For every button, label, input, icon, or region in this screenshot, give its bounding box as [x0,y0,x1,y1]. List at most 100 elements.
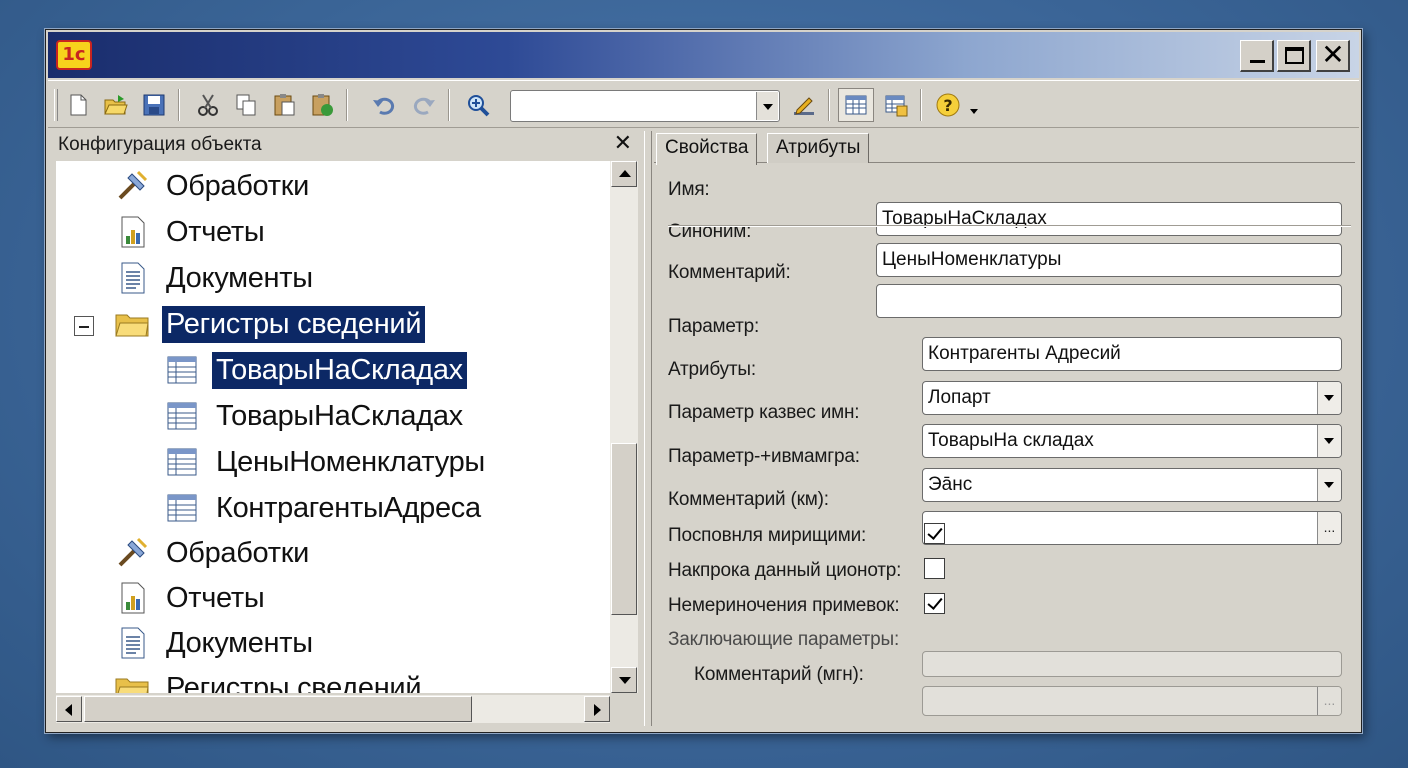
comment-label: Комментарий: [668,262,791,283]
name-field[interactable]: ТоварыНаСкладах [876,202,1342,236]
object-config-panel: Конфигурация объекта ✕ Обработки Отчеты [54,131,640,726]
toolbar-search-combo[interactable] [510,90,780,122]
new-document-icon[interactable] [64,91,92,119]
tree-item[interactable]: Документы [112,623,317,663]
table-view-icon[interactable] [838,88,874,122]
tree-item-label: Регистры сведений [166,671,422,694]
undo-icon[interactable] [370,91,398,119]
tree-item[interactable]: ТоварыНаСкладах [162,396,467,436]
tree-item-label: Регистры сведений [162,305,426,343]
table-properties-icon[interactable] [882,91,910,119]
title-bar: 1с ✕ [48,32,1359,78]
checkbox-label: Посповнля мирищими: [668,525,867,546]
folder-icon [112,304,152,344]
tree-item[interactable]: КонтрагентыАдреса [162,488,485,528]
document-icon [112,258,152,298]
checkbox[interactable] [924,558,945,579]
tree-item-label: Обработки [166,536,309,569]
help-icon[interactable]: ? [934,91,962,119]
find-icon[interactable] [464,91,492,119]
tree-item-label: Отчеты [166,215,265,248]
section-divider [668,225,1351,227]
tree-item[interactable]: Документы [112,258,317,298]
chevron-down-icon[interactable] [1317,469,1341,501]
toolbar-grip[interactable] [54,89,58,121]
scroll-right-icon[interactable] [584,696,610,722]
param-value: Контрагенты Адресий [928,343,1121,364]
tree-item[interactable]: Отчеты [112,212,268,252]
checkbox[interactable] [924,523,945,544]
tree-item[interactable]: ТоварыНаСкладах [162,350,467,390]
param-field[interactable]: Контрагенты Адресий [922,337,1342,371]
scroll-thumb[interactable] [611,443,637,615]
tree-item[interactable]: ЦеныНоменклатуры [162,442,489,482]
attributes-select[interactable]: Лопарт [922,381,1342,415]
close-window-button[interactable]: ✕ [1316,40,1350,72]
redo-icon[interactable] [410,91,438,119]
copy-icon[interactable] [232,91,260,119]
report-icon [112,212,152,252]
document-icon [112,623,152,663]
properties-panel: Свойства Атрибуты Имя: ТоварыНаСкладах С… [654,131,1355,726]
checkbox-label: Немериночения примевок: [668,595,900,616]
param-2-value: ТоварыНа складах [928,430,1094,451]
horizontal-scrollbar[interactable] [56,695,610,723]
synonym-field[interactable]: ЦеныНоменклатуры [876,243,1342,277]
vertical-scrollbar[interactable] [610,161,638,693]
checkbox[interactable] [924,593,945,614]
chevron-down-icon[interactable] [1317,382,1341,414]
comment-km-field[interactable]: ... [922,511,1342,545]
register-icon [162,442,202,482]
register-icon [162,396,202,436]
minimize-button[interactable] [1240,40,1274,72]
report-icon [112,578,152,618]
closing-params-label: Заключающие параметры: [668,629,900,650]
tree-item[interactable]: Регистры сведений [112,668,425,693]
tree-item-label: Документы [166,261,313,294]
scroll-thumb[interactable] [84,696,472,722]
help-dropdown-icon[interactable] [970,109,978,114]
param-3-label: Параметр-+ивмамгра: [668,446,860,467]
cut-icon[interactable] [194,91,222,119]
folder-icon [112,668,152,693]
tree-item[interactable]: Обработки [112,533,313,573]
comment-field[interactable] [876,284,1342,318]
panel-title: Конфигурация объекта [58,134,262,155]
chevron-down-icon[interactable] [1317,425,1341,457]
toolbar-separator [178,89,180,121]
tree-item[interactable]: Регистры сведений [112,304,426,344]
scroll-down-icon[interactable] [611,667,637,693]
save-icon[interactable] [140,91,168,119]
closing-params-field [922,651,1342,677]
checkbox-label: Накпрока данный ционотр: [668,560,902,581]
tab-strip: Свойства Атрибуты [654,131,1355,165]
panel-splitter[interactable] [644,131,652,726]
attributes-label: Атрибуты: [668,359,756,380]
ellipsis-button[interactable]: ... [1317,512,1341,544]
toolbar-separator [346,89,348,121]
tab-attributes[interactable]: Атрибуты [767,133,870,163]
maximize-button[interactable] [1277,40,1311,72]
tree-item-label: Документы [166,626,313,659]
open-folder-icon[interactable] [102,91,130,119]
param-label: Параметр: [668,316,760,337]
param-3-select[interactable]: Эāнс [922,468,1342,502]
tree-item[interactable]: Обработки [112,166,313,206]
scroll-left-icon[interactable] [56,696,82,722]
tree-item-label: КонтрагентыАдреса [216,491,481,524]
collapse-toggle-icon[interactable] [74,316,94,336]
param-2-select[interactable]: ТоварыНа складах [922,424,1342,458]
attributes-value: Лопарт [928,387,991,408]
app-logo-icon: 1с [56,40,92,70]
edit-pencil-icon[interactable] [790,91,818,119]
register-icon [162,350,202,390]
main-window: 1с ✕ ? Конфигурация объекта ✕ Обработки … [45,29,1362,733]
synonym-value: ЦеныНоменклатуры [882,249,1062,270]
tab-properties[interactable]: Свойства [656,133,758,165]
chevron-down-icon[interactable] [756,92,778,120]
paste-icon[interactable] [270,91,298,119]
scroll-up-icon[interactable] [611,161,637,187]
tree-item[interactable]: Отчеты [112,578,268,618]
panel-close-icon[interactable]: ✕ [614,131,632,157]
paste-special-icon[interactable] [308,91,336,119]
